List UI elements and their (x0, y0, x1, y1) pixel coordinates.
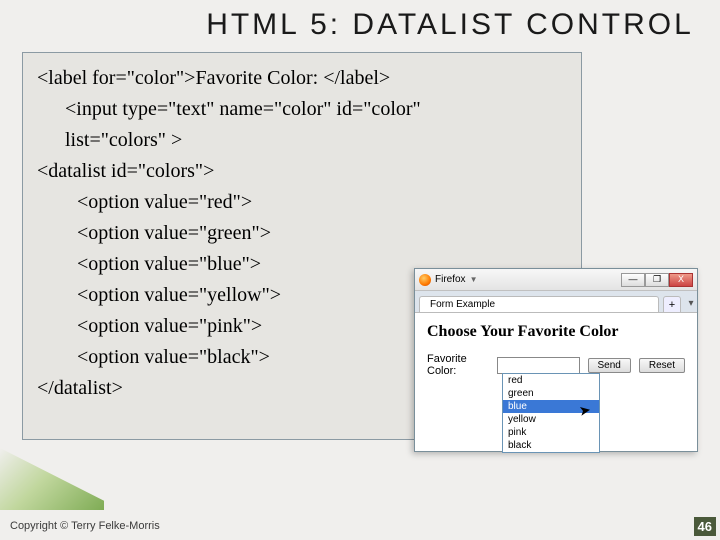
minimize-button[interactable]: — (621, 273, 645, 287)
color-input[interactable] (497, 357, 580, 374)
firefox-brand: Firefox ▼ (419, 274, 477, 286)
browser-name: Firefox (435, 274, 466, 285)
decorative-accent (0, 448, 104, 510)
firefox-icon (419, 274, 431, 286)
code-line: list="colors" > (65, 125, 567, 156)
close-button[interactable]: X (669, 273, 693, 287)
chevron-down-icon: ▼ (470, 275, 478, 284)
browser-titlebar: Firefox ▼ — ❐ X (415, 269, 697, 291)
new-tab-button[interactable]: + (663, 296, 681, 312)
code-line: <label for="color">Favorite Color: </lab… (37, 63, 567, 94)
option-black[interactable]: black (503, 439, 599, 452)
tab-form-example[interactable]: Form Example (419, 296, 659, 312)
page-number: 46 (694, 517, 716, 536)
code-line: <input type="text" name="color" id="colo… (65, 94, 567, 125)
option-green[interactable]: green (503, 387, 599, 400)
reset-button[interactable]: Reset (639, 358, 685, 373)
window-controls: — ❐ X (621, 273, 693, 287)
code-line: <datalist id="colors"> (37, 156, 567, 187)
option-red[interactable]: red (503, 374, 599, 387)
tab-bar: Form Example + ▾ (415, 291, 697, 313)
slide-title: HTML 5: DATALIST CONTROL (0, 8, 720, 42)
page-heading: Choose Your Favorite Color (427, 323, 685, 341)
option-pink[interactable]: pink (503, 426, 599, 439)
field-label: Favorite Color: (427, 353, 489, 377)
cursor-icon: ➤ (578, 401, 593, 420)
send-button[interactable]: Send (588, 358, 631, 373)
code-line: <option value="green"> (77, 218, 567, 249)
code-line: <option value="red"> (77, 187, 567, 218)
maximize-button[interactable]: ❐ (645, 273, 669, 287)
tab-overflow-icon[interactable]: ▾ (685, 298, 697, 312)
copyright-text: Copyright © Terry Felke-Morris (10, 520, 160, 532)
browser-window: Firefox ▼ — ❐ X Form Example + ▾ Choose … (414, 268, 698, 452)
